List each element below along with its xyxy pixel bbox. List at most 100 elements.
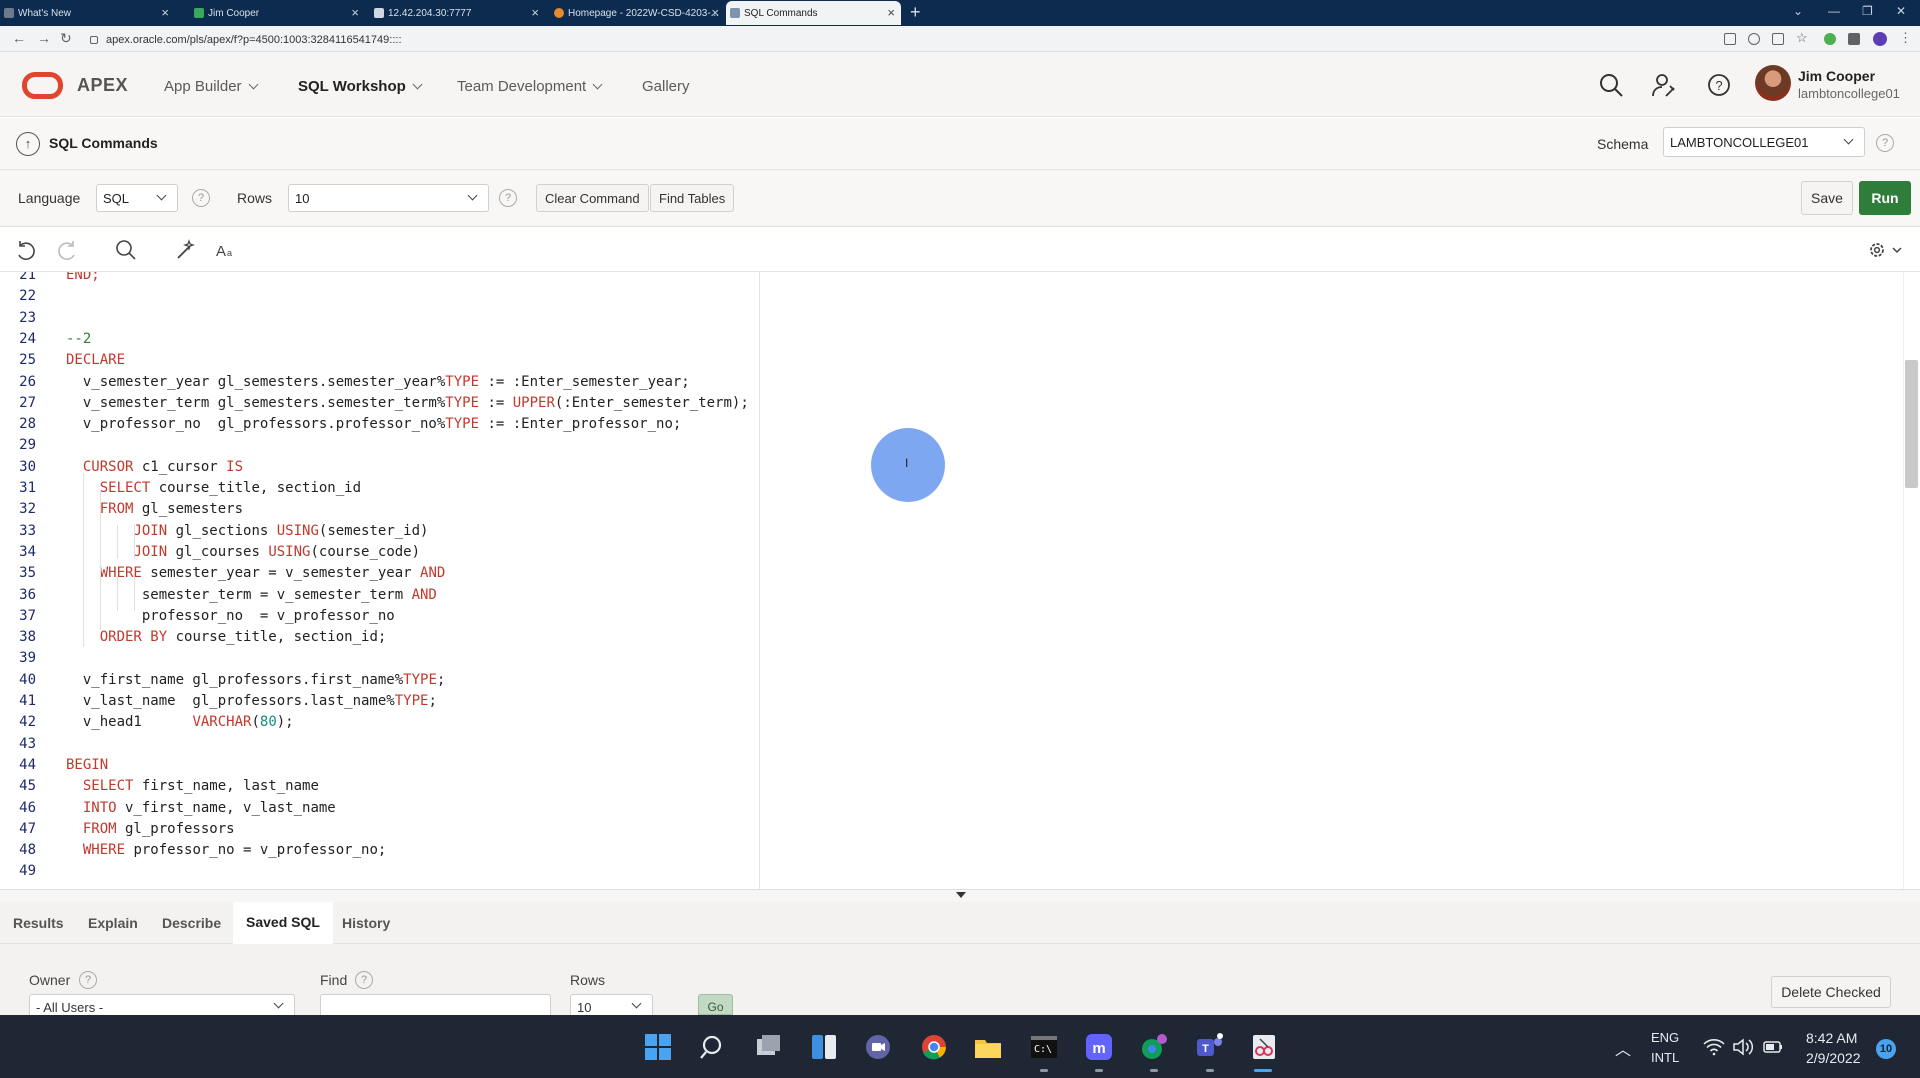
chrome-profile-icon[interactable] xyxy=(1140,1033,1168,1061)
close-icon[interactable]: × xyxy=(351,5,359,20)
help-icon[interactable]: ? xyxy=(192,189,210,207)
collapse-arrow-icon[interactable] xyxy=(956,892,966,898)
close-icon[interactable]: × xyxy=(531,5,539,20)
scrollbar-thumb[interactable] xyxy=(1905,360,1918,488)
star-icon[interactable]: ☆ xyxy=(1796,30,1808,45)
chat-icon[interactable] xyxy=(864,1033,892,1061)
battery-icon[interactable] xyxy=(1762,1038,1784,1056)
restore-icon[interactable]: ❐ xyxy=(1862,4,1873,18)
find-icon[interactable] xyxy=(114,238,138,262)
menu-gallery[interactable]: Gallery xyxy=(642,78,690,95)
close-icon[interactable]: × xyxy=(711,5,719,20)
menu-team-development[interactable]: Team Development xyxy=(457,78,603,95)
code-line: 40 v_first_name gl_professors.first_name… xyxy=(0,672,759,693)
font-size-icon[interactable]: Aa xyxy=(214,238,238,262)
delete-checked-button[interactable]: Delete Checked xyxy=(1771,976,1891,1008)
schema-value: LAMBTONCOLLEGE01 xyxy=(1670,135,1809,150)
save-button[interactable]: Save xyxy=(1801,181,1853,215)
search-icon[interactable] xyxy=(1598,72,1624,98)
snipping-tool-icon[interactable] xyxy=(1250,1033,1278,1061)
chevron-down-icon xyxy=(156,190,167,201)
settings-gear-icon[interactable] xyxy=(1866,238,1904,262)
menu-app-builder[interactable]: App Builder xyxy=(164,78,259,95)
tab-describe[interactable]: Describe xyxy=(149,902,234,944)
mastodon-icon[interactable]: m xyxy=(1085,1033,1113,1061)
owner-select[interactable]: - All Users - xyxy=(29,994,295,1015)
url-field[interactable]: apex.oracle.com/pls/apex/f?p=4500:1003:3… xyxy=(90,31,1700,48)
rows-select[interactable]: 10 xyxy=(570,994,653,1015)
find-tables-button[interactable]: Find Tables xyxy=(650,184,735,212)
editor-right-area[interactable] xyxy=(760,272,1903,889)
arrow-up-icon[interactable]: ↑ xyxy=(16,132,40,156)
wifi-icon[interactable] xyxy=(1703,1038,1725,1056)
go-button[interactable]: Go xyxy=(698,994,733,1015)
back-icon[interactable]: ← xyxy=(12,30,26,46)
run-button[interactable]: Run xyxy=(1859,181,1911,215)
new-tab-icon[interactable]: + xyxy=(910,2,921,23)
rows-select[interactable]: 10 xyxy=(288,184,489,212)
browser-tab[interactable]: Jim Cooper × xyxy=(190,1,365,25)
code-editor[interactable]: 21 END; 22 23 24 --2 25 DECLARE 26 v_semester_ye… xyxy=(0,272,760,889)
close-window-icon[interactable]: ✕ xyxy=(1896,4,1906,18)
chevron-up-icon[interactable]: ︿ xyxy=(1615,1036,1631,1060)
avatar[interactable] xyxy=(1755,65,1791,101)
chrome-icon[interactable] xyxy=(920,1033,948,1061)
clear-command-button[interactable]: Clear Command xyxy=(536,184,649,212)
profile-avatar-icon[interactable] xyxy=(1873,32,1887,46)
puzzle-icon[interactable] xyxy=(1848,33,1860,45)
browser-tab-active[interactable]: SQL Commands × xyxy=(726,1,901,25)
zoom-icon[interactable] xyxy=(1748,33,1760,45)
chevron-down-icon[interactable]: ⌄ xyxy=(1793,4,1803,18)
terminal-icon[interactable]: C:\ xyxy=(1030,1033,1058,1061)
close-icon[interactable]: × xyxy=(161,5,169,20)
tab-explain[interactable]: Explain xyxy=(75,902,151,944)
forward-icon[interactable]: → xyxy=(37,30,51,46)
reload-icon[interactable]: ↻ xyxy=(60,30,72,47)
schema-label: Schema xyxy=(1597,136,1649,152)
help-icon[interactable]: ? xyxy=(1706,72,1732,98)
brand-name[interactable]: APEX xyxy=(77,75,128,96)
file-explorer-icon[interactable] xyxy=(974,1033,1002,1061)
browser-tab[interactable]: Homepage - 2022W-CSD-4203-... × xyxy=(550,1,725,25)
volume-icon[interactable] xyxy=(1732,1038,1754,1056)
clock-date[interactable]: 2/9/2022 xyxy=(1806,1050,1861,1066)
minimize-icon[interactable]: — xyxy=(1828,4,1840,18)
schema-select[interactable]: LAMBTONCOLLEGE01 xyxy=(1663,127,1865,157)
tab-saved-sql[interactable]: Saved SQL xyxy=(233,902,333,944)
browser-tab[interactable]: What's New × xyxy=(0,1,175,25)
extension-icon[interactable] xyxy=(1824,33,1836,45)
menu-sql-workshop[interactable]: SQL Workshop xyxy=(298,78,423,95)
help-icon[interactable]: ? xyxy=(499,189,517,207)
clock-time[interactable]: 8:42 AM xyxy=(1806,1030,1857,1046)
close-icon[interactable]: × xyxy=(887,5,895,20)
undo-icon[interactable] xyxy=(14,238,38,262)
help-icon[interactable]: ? xyxy=(79,971,97,989)
user-name[interactable]: Jim Cooper xyxy=(1798,68,1875,84)
oracle-logo-icon[interactable] xyxy=(22,72,63,99)
tab-history[interactable]: History xyxy=(329,902,403,944)
magic-wand-icon[interactable] xyxy=(174,238,198,262)
admin-icon[interactable] xyxy=(1651,72,1677,98)
browser-tab[interactable]: 12.42.204.30:7777 × xyxy=(370,1,545,25)
search-icon[interactable] xyxy=(699,1033,727,1061)
help-icon[interactable]: ? xyxy=(1876,134,1894,152)
widgets-icon[interactable] xyxy=(810,1033,838,1061)
line-number: 29 xyxy=(19,437,36,454)
language-indicator-bottom[interactable]: INTL xyxy=(1651,1050,1679,1065)
teams-icon[interactable]: T xyxy=(1196,1033,1224,1061)
more-icon[interactable]: ⋮ xyxy=(1899,30,1912,45)
line-number: 25 xyxy=(19,352,36,369)
task-view-icon[interactable] xyxy=(755,1033,783,1061)
windows-start-icon[interactable] xyxy=(644,1033,672,1061)
language-indicator-top[interactable]: ENG xyxy=(1651,1030,1679,1045)
notification-badge[interactable]: 10 xyxy=(1876,1039,1896,1059)
help-icon[interactable]: ? xyxy=(355,971,373,989)
language-select[interactable]: SQL xyxy=(96,184,178,212)
tab-results[interactable]: Results xyxy=(0,902,77,944)
find-input[interactable] xyxy=(320,994,551,1015)
redo-icon[interactable] xyxy=(55,238,79,262)
share-icon[interactable] xyxy=(1772,33,1784,45)
line-number: 38 xyxy=(19,629,36,646)
open-external-icon[interactable] xyxy=(1724,33,1736,45)
code-text: FROM gl_semesters xyxy=(66,501,243,517)
